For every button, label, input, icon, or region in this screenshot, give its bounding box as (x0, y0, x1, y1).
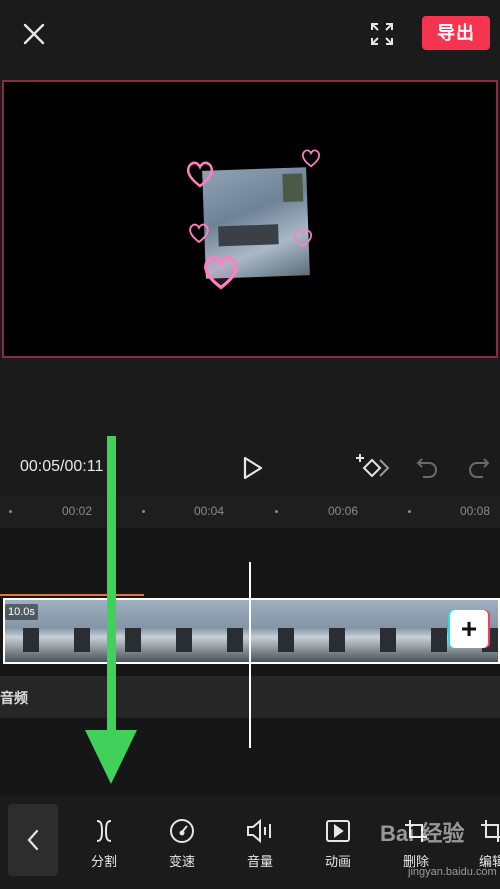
animation-tool[interactable]: 动画 (308, 818, 368, 878)
fullscreen-icon[interactable] (366, 18, 398, 50)
split-icon (96, 820, 112, 842)
export-button[interactable]: 导出 (422, 16, 490, 50)
tool-label: 动画 (324, 854, 351, 869)
ruler-tick: 00:04 (194, 504, 225, 518)
tool-label: 分割 (90, 854, 117, 869)
timeline[interactable]: 00:02 00:04 00:06 00:08 10.0s + 音频 (0, 496, 500, 796)
heart-sticker-icon (189, 223, 209, 244)
play-icon[interactable] (236, 452, 268, 484)
animation-icon (326, 820, 350, 842)
add-icon: + (460, 613, 478, 644)
watermark-url: jingyan.baidu.com (408, 866, 497, 878)
close-icon[interactable] (18, 18, 50, 50)
volume-tool[interactable]: 音量 (230, 818, 290, 878)
time-ruler: 00:02 00:04 00:06 00:08 (0, 496, 500, 528)
ruler-tick: 00:08 (460, 504, 491, 518)
heart-sticker-icon (294, 229, 312, 248)
speed-tool[interactable]: 变速 (152, 818, 212, 878)
split-tool[interactable]: 分割 (74, 818, 134, 878)
video-preview[interactable] (2, 80, 498, 358)
clip-duration: 10.0s (5, 604, 38, 620)
back-button[interactable] (8, 804, 58, 876)
heart-sticker-icon (204, 256, 238, 290)
tool-label: 音量 (246, 854, 273, 869)
top-bar: 导出 (0, 0, 500, 70)
edit-icon (481, 820, 500, 842)
watermark-logo: Bai 经验 (380, 821, 465, 846)
add-clip-button[interactable]: + (450, 610, 488, 648)
volume-icon (247, 818, 271, 844)
redo-icon[interactable] (466, 455, 492, 481)
heart-sticker-icon (302, 149, 320, 168)
playhead[interactable] (249, 562, 251, 748)
down-arrow-annotation-icon (85, 436, 137, 784)
tool-label: 变速 (168, 854, 195, 869)
speed-icon (170, 819, 194, 843)
ruler-tick: 00:06 (328, 504, 359, 518)
undo-icon[interactable] (414, 455, 440, 481)
video-clip[interactable] (3, 598, 500, 664)
audio-track-label: 音频 (0, 690, 28, 706)
heart-sticker-icon (186, 161, 214, 188)
keyframe-add-icon[interactable] (354, 452, 390, 484)
